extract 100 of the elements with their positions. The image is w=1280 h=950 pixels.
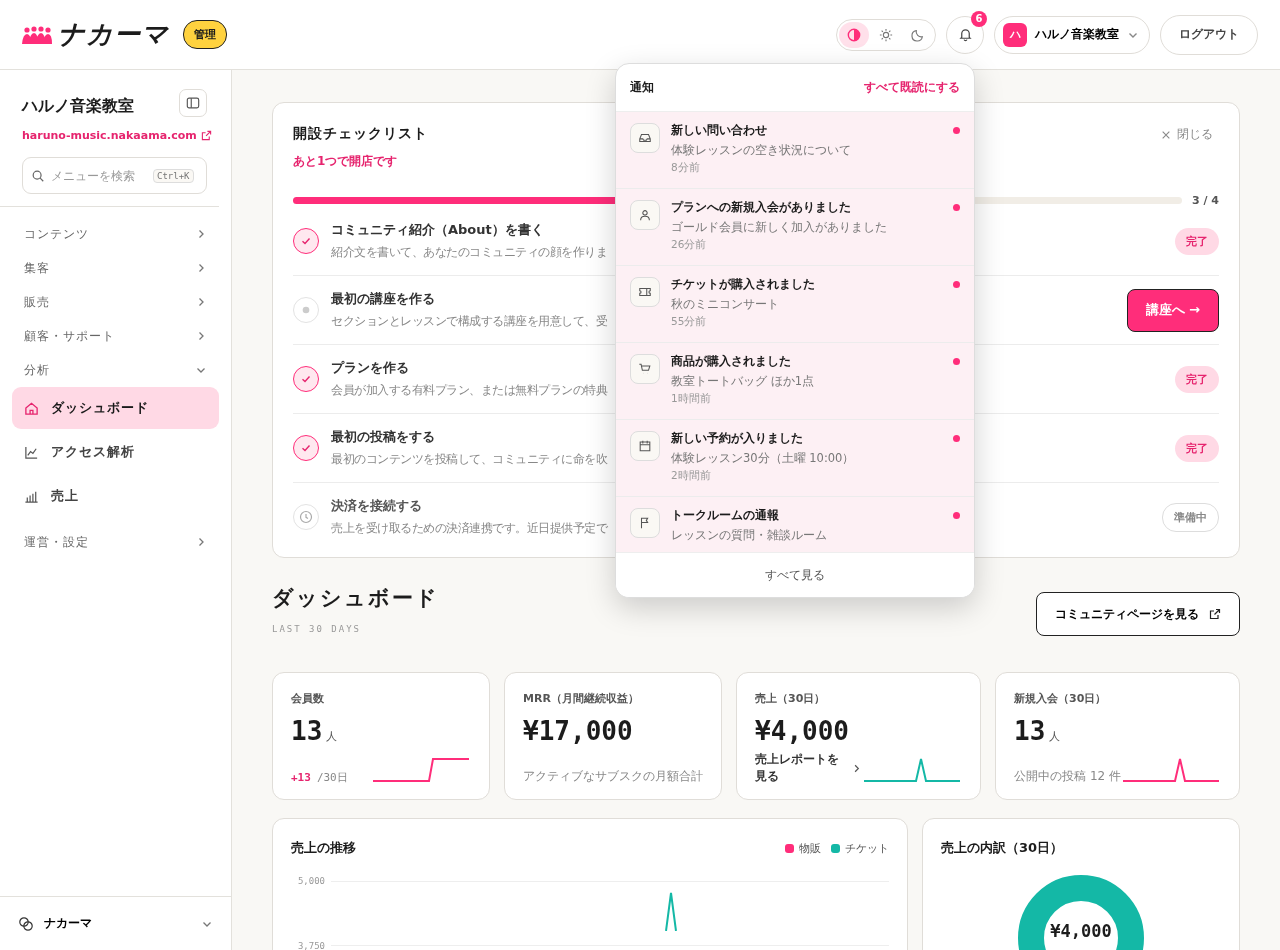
rings-icon <box>18 915 34 932</box>
axis-label: 5,000 <box>296 876 325 886</box>
notification-item[interactable]: トークルームの通報 レッスンの質問・雑談ルーム <box>616 497 974 552</box>
chart-title: 売上の内訳（30日） <box>941 839 1065 857</box>
notification-detail: 体験レッスンの空き状況について <box>671 143 852 158</box>
notification-detail: レッスンの質問・雑談ルーム <box>671 528 828 543</box>
site-link[interactable]: haruno-music.nakaama.com <box>22 129 212 142</box>
nav-section[interactable]: 販売 <box>12 285 219 319</box>
nav-section[interactable]: 顧客・サポート <box>12 319 219 353</box>
notification-title: チケットが購入されました <box>671 276 816 293</box>
legend-label: チケット <box>845 840 889 856</box>
task-title: コミュニティ紹介（About）を書く <box>331 221 544 239</box>
close-button[interactable]: 閉じる <box>1155 125 1219 144</box>
logo-text: ナカーマ <box>58 18 169 51</box>
community-page-button[interactable]: コミュニティページを見る <box>1036 592 1240 636</box>
notification-count: 6 <box>971 10 987 27</box>
notification-item[interactable]: チケットが購入されました 秋のミニコンサート 55分前 <box>616 266 974 343</box>
task-title: 最初の投稿をする <box>331 428 435 446</box>
notification-item[interactable]: 新しい予約が入りました 体験レッスン30分（土曜 10:00） 2時間前 <box>616 420 974 497</box>
chart-title: 売上の推移 <box>291 839 356 857</box>
stat-unit: 人 <box>1049 729 1061 744</box>
page-title: ダッシュボード <box>272 585 439 612</box>
stat-unit: 人 <box>326 729 338 744</box>
notification-time: 26分前 <box>671 238 708 252</box>
nav-item[interactable]: アクセス解析 <box>12 431 219 473</box>
stat-change: +13 <box>291 771 311 784</box>
nav-section[interactable]: 集客 <box>12 251 219 285</box>
menu-search-field[interactable]: メニューを検索 Ctrl+K <box>22 157 207 194</box>
notification-title: 商品が購入されました <box>671 353 792 370</box>
account-switcher[interactable]: ハ ハルノ音楽教室 <box>994 15 1150 54</box>
calendar-icon <box>630 431 660 461</box>
search-icon <box>31 168 45 183</box>
notification-detail: 教室トートバッグ ほか1点 <box>671 374 815 389</box>
shortcut-hint: Ctrl+K <box>153 168 194 183</box>
contrast-icon <box>847 27 861 42</box>
notification-title: トークルームの通報 <box>671 507 780 524</box>
stat-label: 会員数 <box>291 691 325 706</box>
notification-detail: 体験レッスン30分（土曜 10:00） <box>671 451 856 466</box>
done-badge: 完了 <box>1175 227 1219 255</box>
people-icon <box>22 25 52 44</box>
stat-period: /30日 <box>316 770 348 785</box>
user-icon <box>630 200 660 230</box>
done-badge: 完了 <box>1175 365 1219 393</box>
nav-section[interactable]: 分析 <box>12 353 219 387</box>
checklist-status: あと1つで開店です <box>293 153 399 170</box>
external-link-icon <box>1209 608 1221 620</box>
sidebar-icon <box>186 95 200 110</box>
notification-title: 新しい予約が入りました <box>671 430 804 447</box>
line-chart-icon <box>24 444 39 460</box>
notification-item[interactable]: 商品が購入されました 教室トートバッグ ほか1点 1時間前 <box>616 343 974 420</box>
legend-label: 物販 <box>799 840 821 856</box>
admin-badge: 管理 <box>183 20 227 49</box>
trend-line <box>665 891 677 931</box>
view-all-button[interactable]: すべて見る <box>616 552 974 597</box>
sidebar-toggle-button[interactable] <box>179 88 207 117</box>
nav-section[interactable]: 運営・設定 <box>12 525 219 559</box>
logout-button[interactable]: ログアウト <box>1160 14 1258 55</box>
account-avatar: ハ <box>1003 22 1027 47</box>
notification-time: 2時間前 <box>671 469 712 483</box>
home-icon <box>24 400 39 416</box>
cart-icon <box>630 354 660 384</box>
donut-total: ¥4,000 <box>1049 921 1113 941</box>
flag-icon <box>630 508 660 538</box>
stat-note: アクティブなサブスクの月額合計 <box>523 768 704 785</box>
stat-label: MRR（月間継続収益） <box>523 691 640 706</box>
notification-title: 新しい問い合わせ <box>671 122 768 139</box>
stat-value: ¥17,000 <box>523 716 633 746</box>
nav-item[interactable]: 売上 <box>12 475 219 517</box>
notification-item[interactable]: プランへの新規入会がありました ゴールド会員に新しく加入がありました 26分前 <box>616 189 974 266</box>
task-description: 売上を受け取るための決済連携です。近日提供予定で <box>331 520 607 537</box>
stat-value: ¥4,000 <box>755 716 849 746</box>
notification-time: 8分前 <box>671 161 701 175</box>
task-description: セクションとレッスンで構成する講座を用意して、受 <box>331 313 607 330</box>
task-title: 最初の講座を作る <box>331 290 435 308</box>
done-badge: 完了 <box>1175 434 1219 462</box>
notification-item[interactable]: 新しい問い合わせ 体験レッスンの空き状況について 8分前 <box>616 112 974 189</box>
bell-icon <box>957 27 973 42</box>
external-link-icon <box>200 130 212 141</box>
nav-section[interactable]: コンテンツ <box>12 217 219 251</box>
notification-detail: 秋のミニコンサート <box>671 297 780 312</box>
stat-note: 公開中の投稿 12 件 <box>1014 768 1121 785</box>
close-icon <box>1161 129 1171 140</box>
task-title: 決済を接続する <box>331 497 422 515</box>
stat-label: 新規入会（30日） <box>1014 691 1108 706</box>
notification-time: 1時間前 <box>671 392 712 406</box>
contrast-mode-button[interactable] <box>839 21 869 48</box>
task-description: 紹介文を書いて、あなたのコミュニティの顔を作りま <box>331 244 607 261</box>
axis-label: 3,750 <box>296 940 325 950</box>
notification-detail: ゴールド会員に新しく加入がありました <box>671 220 888 235</box>
mark-all-read-link[interactable]: すべて既読にする <box>864 79 960 96</box>
stat-label: 売上（30日） <box>755 691 827 706</box>
search-input[interactable]: メニューを検索 <box>51 168 147 183</box>
community-name: ハルノ音楽教室 <box>22 96 134 117</box>
moon-icon <box>911 27 925 42</box>
sales-report-link[interactable]: 売上レポートを見る <box>755 751 863 785</box>
progress-count: 3 / 4 <box>1192 194 1219 207</box>
stat-value: 13 <box>291 716 323 746</box>
nav-item[interactable]: ダッシュボード <box>12 387 219 429</box>
task-description: 最初のコンテンツを投稿して、コミュニティに命を吹 <box>331 451 607 468</box>
course-button[interactable]: 講座へ → <box>1126 288 1219 332</box>
